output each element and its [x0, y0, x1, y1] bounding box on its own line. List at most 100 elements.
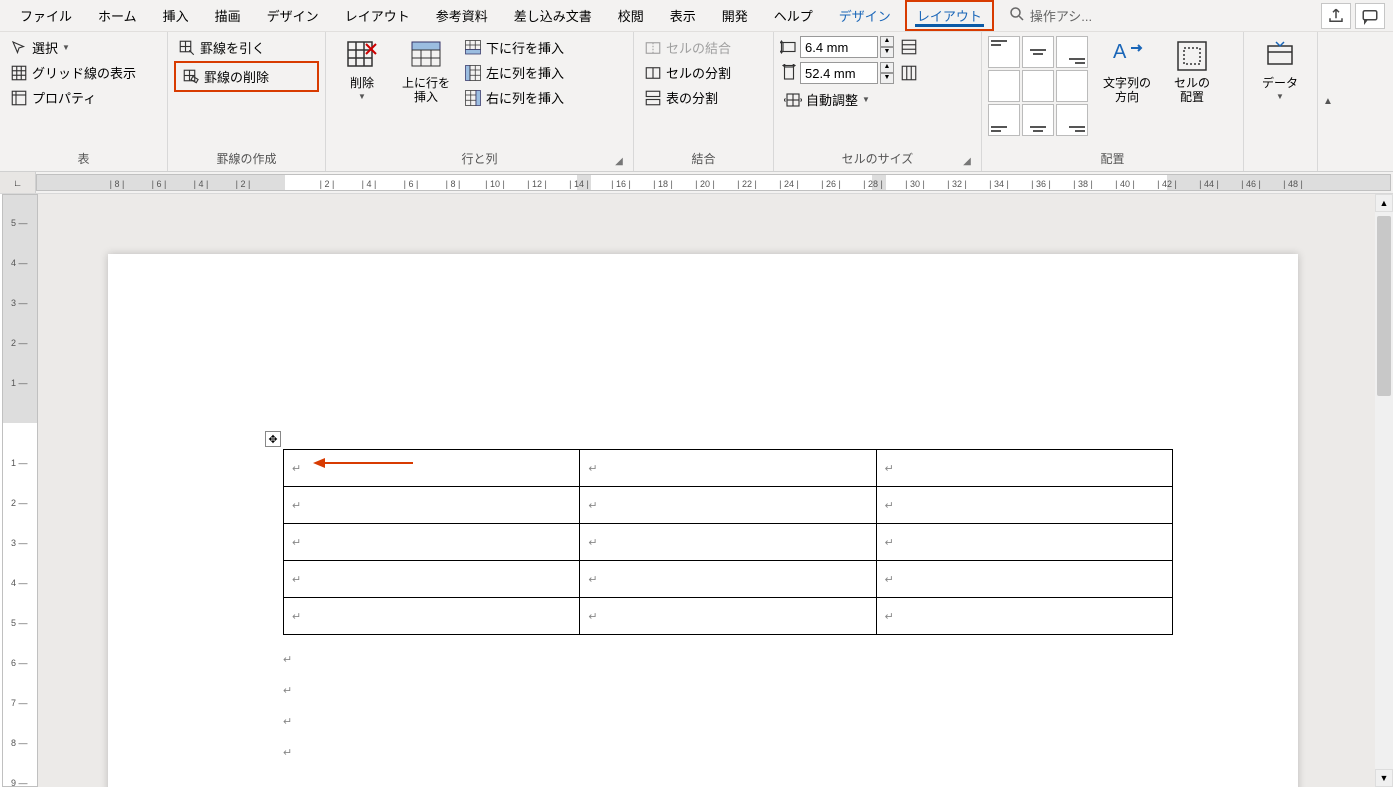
table-cell[interactable]: ↵	[876, 598, 1172, 635]
table-row[interactable]: ↵↵↵	[284, 598, 1173, 635]
table-cell[interactable]: ↵	[284, 561, 580, 598]
align-bottom-left[interactable]	[988, 104, 1020, 136]
table-cell[interactable]: ↵	[284, 598, 580, 635]
ribbon-group-rows-cols: 削除 ▼ 上に行を 挿入 下に行を挿入 左に列を挿入 右に列を挿入	[326, 32, 634, 171]
align-bottom-center[interactable]	[1022, 104, 1054, 136]
menu-view[interactable]: 表示	[658, 0, 708, 31]
tabletools-layout-tab[interactable]: レイアウト	[905, 0, 994, 31]
scroll-down-button[interactable]: ▼	[1375, 769, 1393, 787]
data-button[interactable]: データ ▼	[1250, 36, 1310, 104]
table-row[interactable]: ↵↵↵	[284, 561, 1173, 598]
draw-table-button[interactable]: 罫線を引く	[174, 36, 319, 59]
group-label-table: 表	[6, 148, 161, 169]
comments-button[interactable]	[1355, 3, 1385, 29]
table-move-handle[interactable]: ✥	[265, 431, 281, 447]
dialog-launcher-rows-cols[interactable]: ◢	[613, 155, 625, 167]
table-cell[interactable]: ↵	[580, 450, 876, 487]
table-row[interactable]: ↵↵↵	[284, 487, 1173, 524]
text-direction-button[interactable]: A 文字列の 方向	[1096, 36, 1158, 107]
insert-above-button[interactable]: 上に行を 挿入	[396, 36, 456, 107]
svg-text:A: A	[1113, 41, 1127, 63]
page-content[interactable]: ✥ ↵↵↵↵↵↵↵↵↵↵↵↵↵↵↵ ↵ ↵ ↵ ↵ ↵ ↵ ↵ ↵ ↵	[283, 449, 1375, 759]
menu-references[interactable]: 参考資料	[424, 0, 500, 31]
cursor-icon	[10, 39, 28, 57]
insert-left-button[interactable]: 左に列を挿入	[460, 61, 568, 84]
menu-home[interactable]: ホーム	[86, 0, 149, 31]
paragraph-mark[interactable]: ↵	[283, 715, 1375, 728]
properties-button[interactable]: プロパティ	[6, 86, 140, 109]
table-row[interactable]: ↵↵↵	[284, 524, 1173, 561]
table-row[interactable]: ↵↵↵	[284, 450, 1173, 487]
split-cells-label: セルの分割	[666, 63, 731, 82]
menu-file[interactable]: ファイル	[8, 0, 84, 31]
align-middle-left[interactable]	[988, 70, 1020, 102]
paragraph-mark[interactable]: ↵	[283, 684, 1375, 697]
collapse-ribbon-button[interactable]: ▲	[1318, 32, 1338, 171]
row-height-up[interactable]: ▲	[880, 36, 894, 47]
table-cell[interactable]: ↵	[580, 598, 876, 635]
vertical-scrollbar[interactable]: ▲ ▼	[1375, 194, 1393, 787]
scroll-thumb[interactable]	[1377, 216, 1391, 396]
split-table-button[interactable]: 表の分割	[640, 86, 735, 109]
row-height-input[interactable]	[800, 36, 878, 58]
table-cell[interactable]: ↵	[876, 450, 1172, 487]
col-width-input[interactable]	[800, 62, 878, 84]
horizontal-ruler[interactable]: ∟ | 8 || 6 || 4 || 2 || 2 || 4 || 6 || 8…	[0, 172, 1393, 194]
table-cell[interactable]: ↵	[876, 561, 1172, 598]
split-cells-button[interactable]: セルの分割	[640, 61, 735, 84]
share-button[interactable]	[1321, 3, 1351, 29]
table-cell[interactable]: ↵	[284, 524, 580, 561]
table-cell[interactable]: ↵	[876, 524, 1172, 561]
ruler-corner[interactable]: ∟	[0, 172, 36, 193]
menu-developer[interactable]: 開発	[710, 0, 760, 31]
autofit-button[interactable]: 自動調整 ▼	[780, 88, 918, 111]
select-label: 選択	[32, 38, 58, 57]
properties-label: プロパティ	[32, 88, 96, 107]
menu-layout[interactable]: レイアウト	[333, 0, 422, 31]
scroll-track[interactable]	[1375, 212, 1393, 769]
autofit-icon	[784, 91, 802, 109]
select-button[interactable]: 選択 ▼	[6, 36, 140, 59]
table-cell[interactable]: ↵	[580, 524, 876, 561]
vertical-ruler[interactable]: 5 —4 —3 —2 —1 —1 —2 —3 —4 —5 —6 —7 —8 —9…	[2, 194, 38, 787]
align-top-left[interactable]	[988, 36, 1020, 68]
view-gridlines-button[interactable]: グリッド線の表示	[6, 61, 140, 84]
tell-me-search[interactable]: 操作アシ...	[1008, 5, 1092, 26]
dialog-launcher-cell-size[interactable]: ◢	[961, 155, 973, 167]
menu-help[interactable]: ヘルプ	[762, 0, 825, 31]
insert-right-button[interactable]: 右に列を挿入	[460, 86, 568, 109]
distribute-cols-icon[interactable]	[900, 64, 918, 82]
menu-draw[interactable]: 描画	[203, 0, 253, 31]
document-area[interactable]: ✥ ↵↵↵↵↵↵↵↵↵↵↵↵↵↵↵ ↵ ↵ ↵ ↵ ↵ ↵ ↵ ↵ ↵	[38, 194, 1375, 787]
row-height-down[interactable]: ▼	[880, 47, 894, 58]
align-middle-right[interactable]	[1056, 70, 1088, 102]
align-bottom-right[interactable]	[1056, 104, 1088, 136]
delete-button[interactable]: 削除 ▼	[332, 36, 392, 104]
paragraph-mark[interactable]: ↵	[283, 653, 1375, 666]
menu-design[interactable]: デザイン	[255, 0, 331, 31]
table-cell[interactable]: ↵	[580, 487, 876, 524]
insert-below-button[interactable]: 下に行を挿入	[460, 36, 568, 59]
menu-mailings[interactable]: 差し込み文書	[502, 0, 604, 31]
scroll-up-button[interactable]: ▲	[1375, 194, 1393, 212]
chevron-down-icon: ▼	[862, 95, 870, 104]
document-table[interactable]: ↵↵↵↵↵↵↵↵↵↵↵↵↵↵↵	[283, 449, 1173, 635]
eraser-button[interactable]: 罫線の削除	[174, 61, 319, 92]
distribute-rows-icon[interactable]	[900, 38, 918, 56]
tabletools-design-tab[interactable]: デザイン	[827, 0, 903, 31]
table-cell[interactable]: ↵	[876, 487, 1172, 524]
text-direction-icon: A	[1109, 38, 1145, 74]
col-width-up[interactable]: ▲	[880, 62, 894, 73]
table-cell[interactable]: ↵	[284, 487, 580, 524]
align-top-center[interactable]	[1022, 36, 1054, 68]
text-direction-label: 文字列の 方向	[1103, 76, 1151, 105]
paragraph-mark[interactable]: ↵	[283, 746, 1375, 759]
menu-insert[interactable]: 挿入	[151, 0, 201, 31]
align-top-right[interactable]	[1056, 36, 1088, 68]
cell-margins-button[interactable]: セルの 配置	[1166, 36, 1218, 107]
col-width-down[interactable]: ▼	[880, 73, 894, 84]
horizontal-ruler-scale[interactable]: | 8 || 6 || 4 || 2 || 2 || 4 || 6 || 8 |…	[36, 174, 1391, 191]
table-cell[interactable]: ↵	[580, 561, 876, 598]
align-middle-center[interactable]	[1022, 70, 1054, 102]
menu-review[interactable]: 校閲	[606, 0, 656, 31]
